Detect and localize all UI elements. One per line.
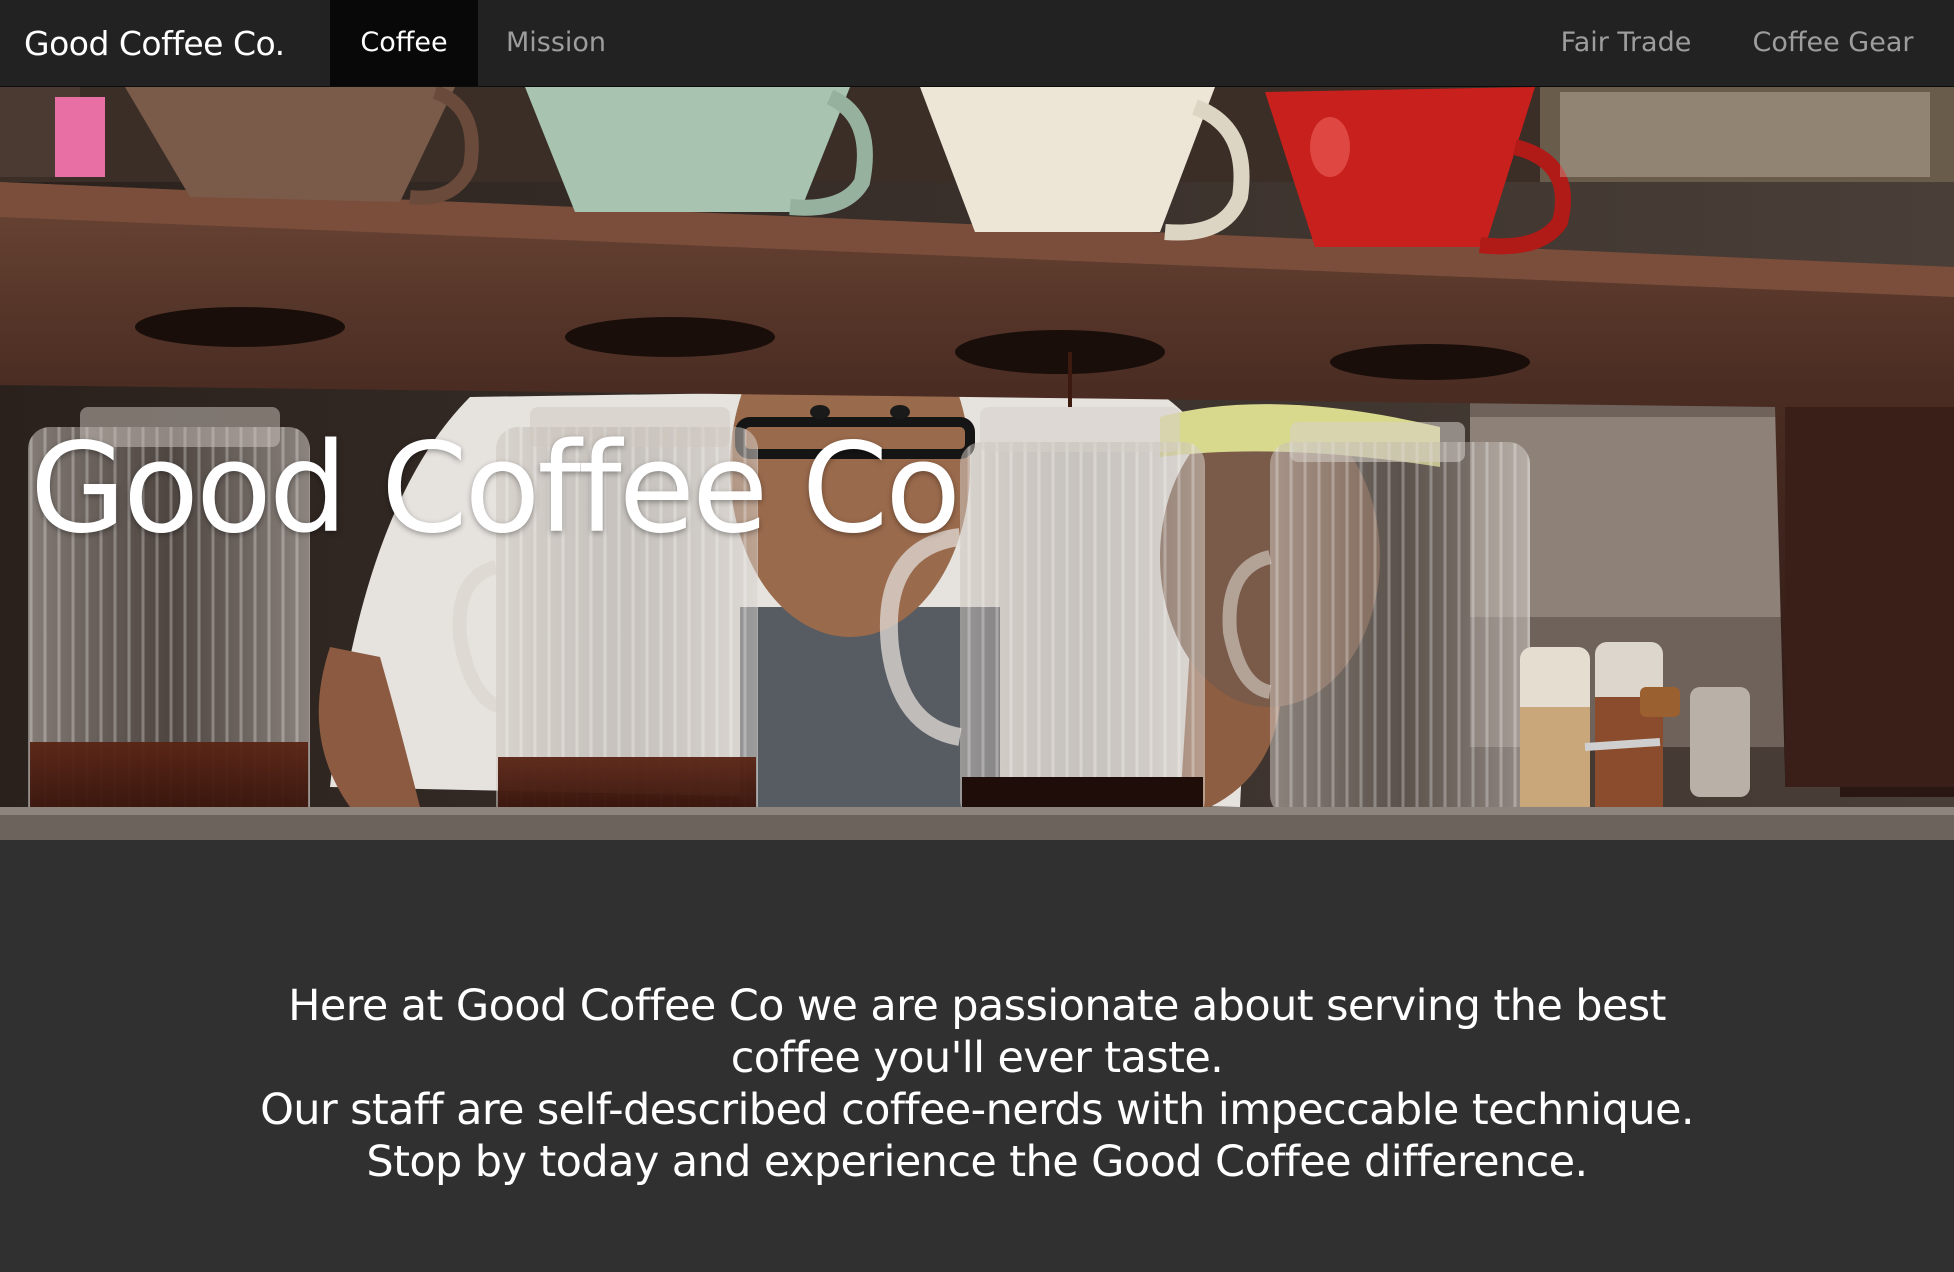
intro-line-2: Our staff are self-described coffee-nerd… bbox=[260, 1085, 1694, 1135]
brand-link[interactable]: Good Coffee Co. bbox=[24, 0, 285, 87]
nav-item-mission[interactable]: Mission bbox=[492, 0, 620, 86]
nav-item-coffee[interactable]: Coffee bbox=[330, 0, 478, 86]
navbar: Good Coffee Co. Coffee Mission Fair Trad… bbox=[0, 0, 1954, 87]
intro-line-1: Here at Good Coffee Co we are passionate… bbox=[288, 981, 1666, 1083]
hero-banner: Good Coffee Co bbox=[0, 87, 1954, 840]
nav-item-coffee-gear[interactable]: Coffee Gear bbox=[1738, 0, 1928, 86]
hero-title: Good Coffee Co bbox=[30, 417, 961, 561]
intro-line-3: Stop by today and experience the Good Co… bbox=[366, 1137, 1588, 1187]
intro-text: Here at Good Coffee Co we are passionate… bbox=[0, 980, 1954, 1188]
nav-item-fair-trade[interactable]: Fair Trade bbox=[1544, 0, 1708, 86]
